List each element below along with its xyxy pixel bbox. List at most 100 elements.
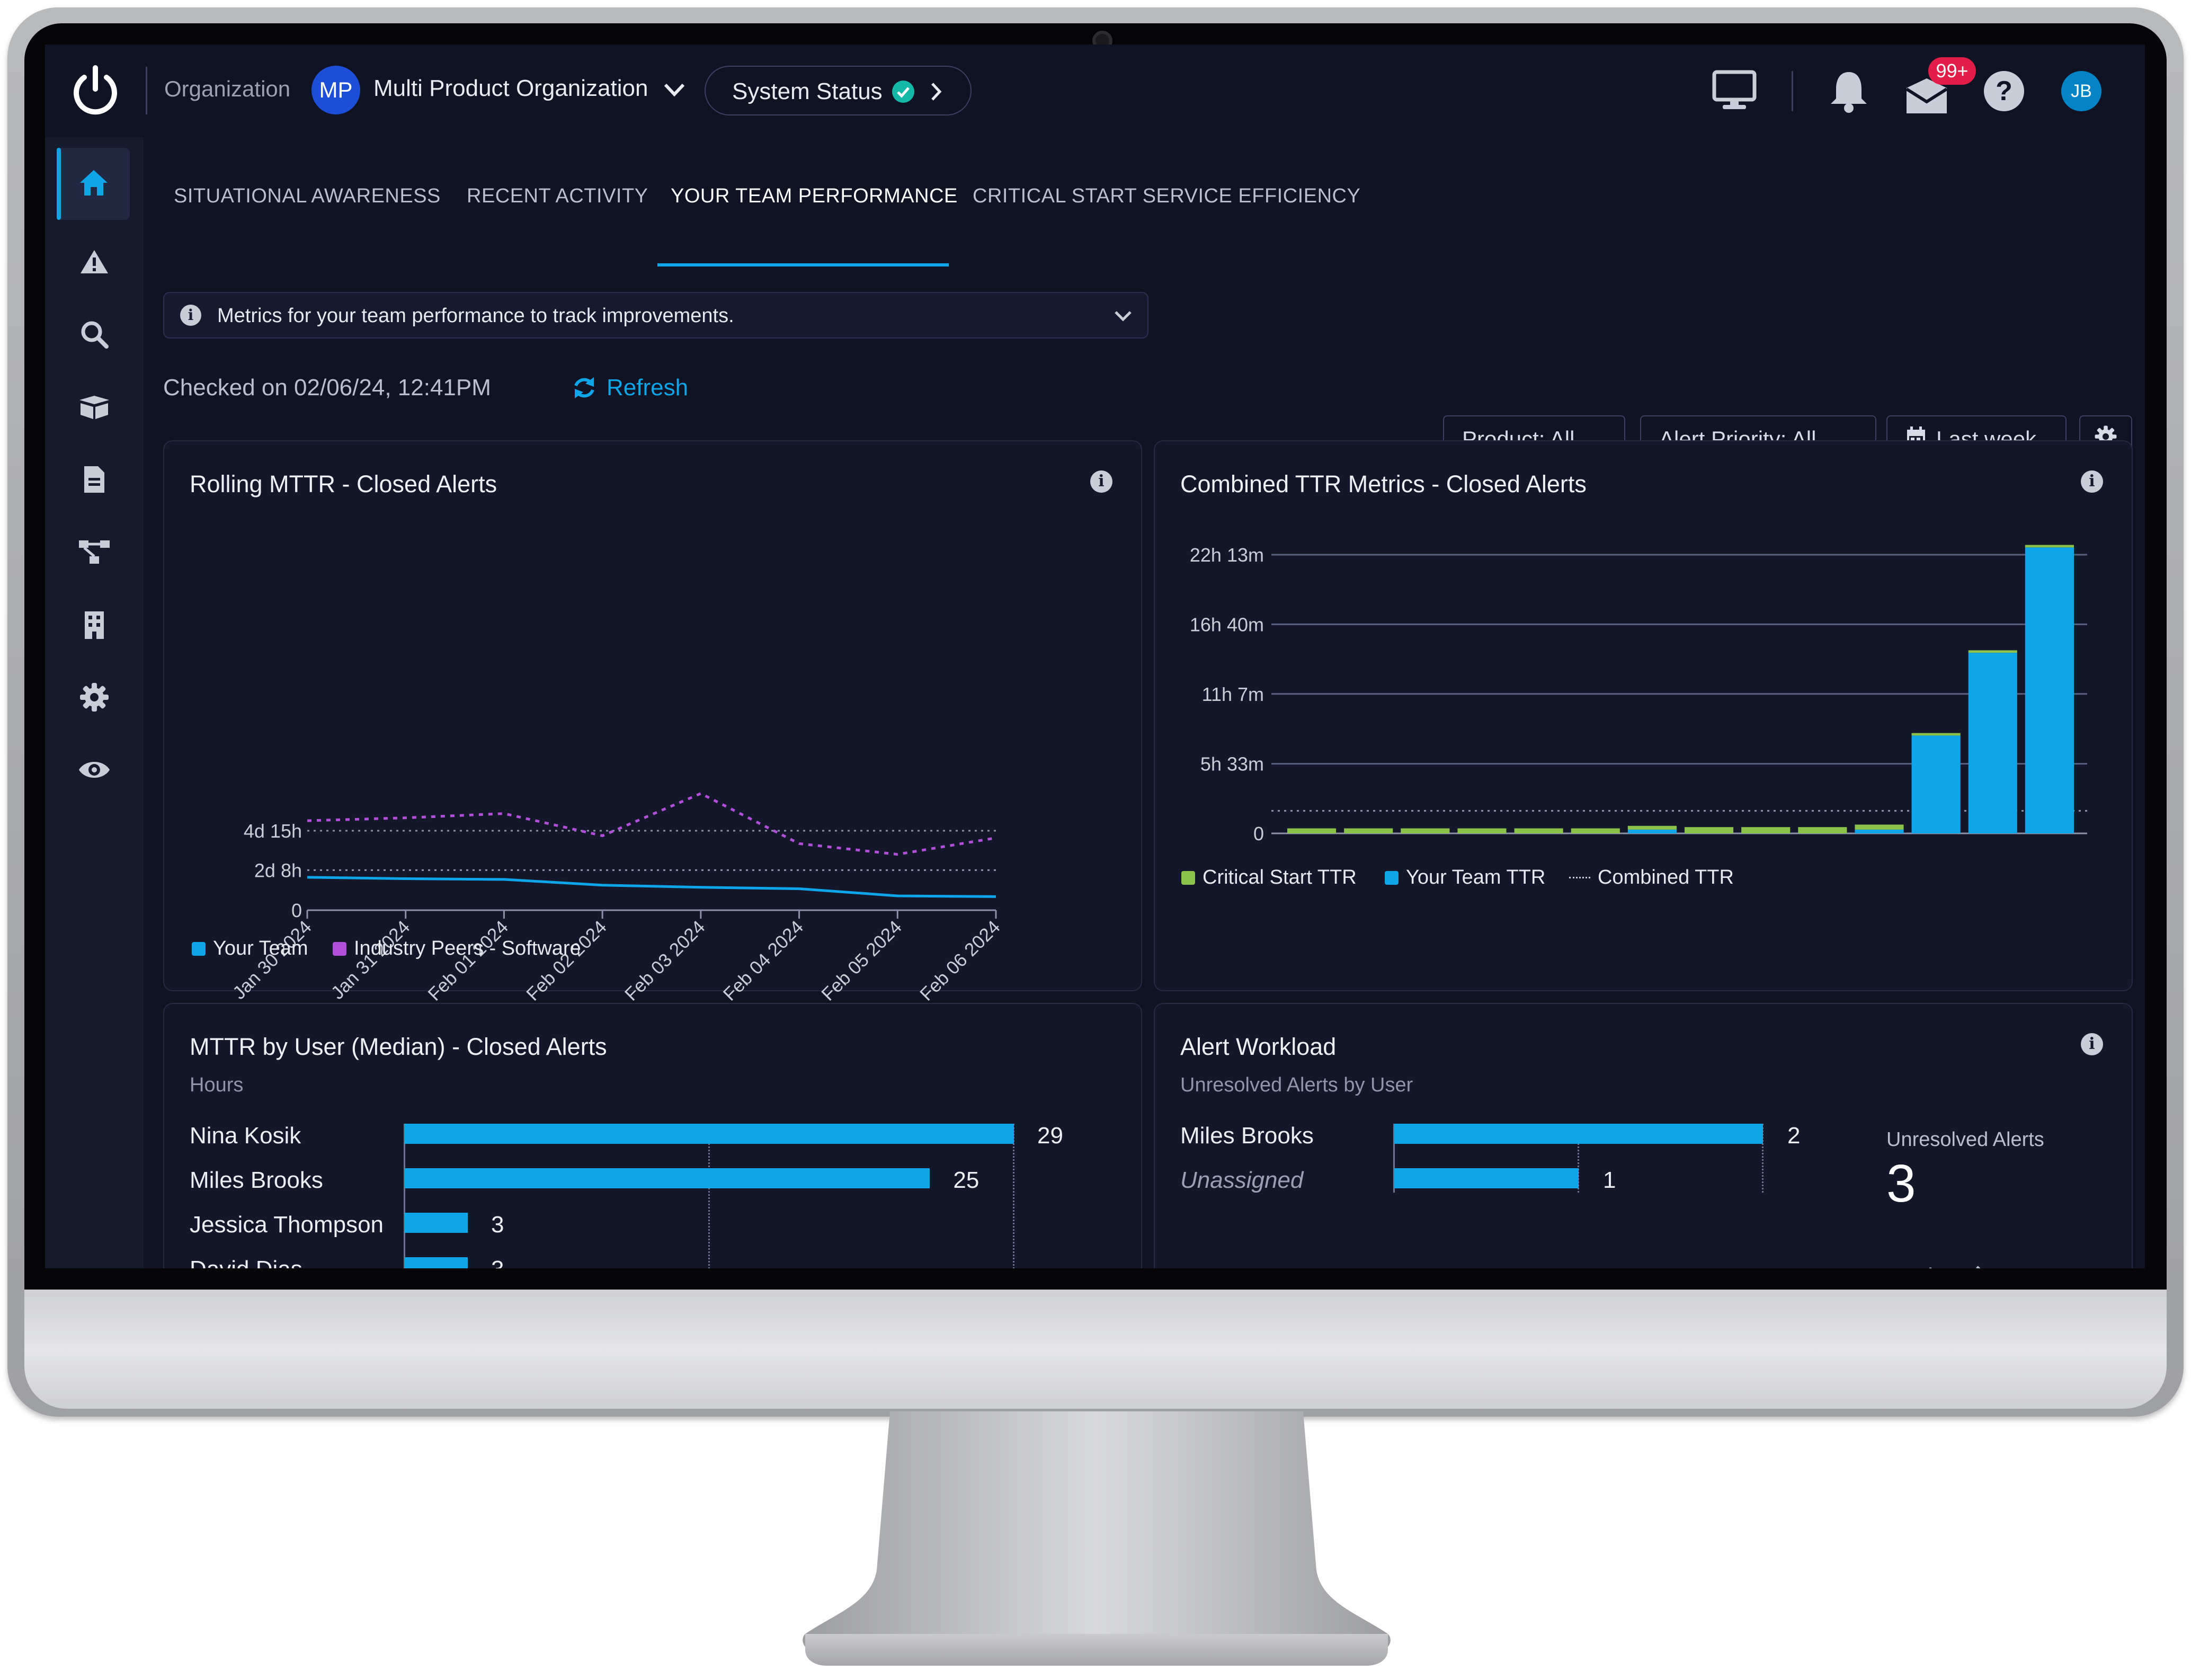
tab-critical-start-service-efficiency[interactable]: CRITICAL START SERVICE EFFICIENCY (973, 185, 1360, 208)
user-name-label: David Dias (190, 1256, 302, 1268)
x-tick-label: Feb 02 2024 (522, 917, 611, 1005)
power-logo-icon[interactable] (66, 61, 124, 120)
mttr-by-user-title: MTTR by User (Median) - Closed Alerts (190, 1033, 607, 1060)
info-icon[interactable]: i (1090, 470, 1112, 493)
mttr-by-user-card: MTTR by User (Median) - Closed Alerts Ho… (163, 1003, 1142, 1268)
app-screen: Organization MP Multi Product Organizati… (45, 45, 2145, 1268)
combined-ttr-chart: 0 5h 33m 11h 7m 16h 40m 22h 13m (1190, 544, 2087, 845)
mttr-gridline (708, 1124, 710, 1268)
search-icon[interactable] (70, 310, 118, 358)
rolling-mttr-title: Rolling MTTR - Closed Alerts (190, 470, 497, 497)
bar-critical-start-ttr (2025, 545, 2074, 548)
refresh-link[interactable]: Refresh (607, 375, 688, 401)
legend-swatch-industry-peers (333, 941, 346, 956)
home-icon (78, 168, 110, 200)
legend-swatch-your-team (192, 941, 206, 956)
y-tick-label: 16h 40m (1190, 614, 1264, 635)
bar-your-team-ttr (1968, 653, 2017, 833)
left-nav (45, 137, 144, 1268)
help-icon[interactable]: ? (1984, 71, 2024, 111)
info-icon[interactable]: i (2081, 470, 2103, 493)
user-name-label: Miles Brooks (190, 1167, 323, 1193)
bar-your-team-ttr (1855, 829, 1904, 833)
legend-your-team-label: Your Team (213, 937, 308, 959)
series-line-industry-peers (307, 792, 996, 856)
alert-workload-title: Alert Workload (1180, 1033, 1337, 1060)
x-tick-label: Feb 01 2024 (424, 917, 513, 1005)
y-tick-label: 0 (1253, 823, 1264, 845)
org-chevron-down-icon[interactable] (662, 79, 687, 103)
workload-value-label: 2 (1787, 1123, 1801, 1149)
eye-icon[interactable] (70, 746, 118, 794)
mttr-by-user-subtitle: Hours (190, 1074, 244, 1096)
bar-critical-start-ttr (1798, 827, 1847, 833)
user-name-label: Jessica Thompson (190, 1212, 384, 1238)
report-icon[interactable] (70, 456, 118, 503)
bar-your-team-ttr (1627, 829, 1677, 833)
combined-ttr-title: Combined TTR Metrics - Closed Alerts (1180, 470, 1587, 497)
mttr-value-label: 25 (953, 1167, 979, 1193)
y-tick-label: 11h 7m (1202, 683, 1264, 705)
mttr-value-label: 29 (1037, 1123, 1063, 1149)
org-label: Organization (164, 76, 291, 101)
x-tick-label: Feb 03 2024 (621, 917, 709, 1005)
bar-critical-start-ttr (1287, 828, 1337, 833)
bar-critical-start-ttr (1685, 827, 1734, 833)
workflow-icon[interactable] (70, 528, 118, 576)
rolling-mttr-chart: 02d 8h4d 15hJan 30 2024 Jan 31 2024 Feb 01… (229, 792, 1004, 1005)
bar-critical-start-ttr (1401, 828, 1450, 833)
info-banner[interactable]: i Metrics for your team performance to t… (163, 292, 1148, 339)
kpi-label: Unresolved Alerts (1886, 1128, 2044, 1151)
system-status-button[interactable]: System Status (705, 66, 972, 115)
box-icon[interactable] (70, 383, 118, 431)
legend-combined-ttr-label: Combined TTR (1598, 866, 1734, 888)
info-icon[interactable]: i (2081, 1033, 2103, 1055)
main-content: SITUATIONAL AWARENESS RECENT ACTIVITY YO… (144, 137, 2145, 1268)
notification-count: 99+ (1936, 60, 1969, 82)
bar-critical-start-ttr (1514, 828, 1563, 833)
mttr-axis-line (404, 1124, 405, 1268)
review-link[interactable]: Review (1886, 1264, 1987, 1268)
banner-chevron-down-icon[interactable] (1112, 307, 1134, 327)
monitor-stand (803, 1411, 1391, 1666)
bar-critical-start-ttr (1627, 825, 1677, 830)
x-tick-label: Feb 04 2024 (719, 917, 808, 1005)
tab-situational-awareness[interactable]: SITUATIONAL AWARENESS (174, 185, 441, 208)
series-line-your-team (307, 876, 996, 898)
info-banner-text: Metrics for your team performance to tra… (217, 305, 734, 327)
mttr-value-label: 3 (491, 1212, 504, 1238)
bar-critical-start-ttr (1741, 827, 1791, 833)
chevron-right-icon (1974, 1264, 1987, 1268)
org-avatar[interactable]: MP (311, 66, 360, 114)
gear-icon[interactable] (70, 673, 118, 721)
legend-combined-ttr: Combined TTR (1569, 866, 1734, 889)
nav-home[interactable] (57, 148, 130, 220)
mttr-value-label: 3 (491, 1256, 504, 1268)
combined-ttr-card: Combined TTR Metrics - Closed Alerts i 0… (1154, 440, 2133, 991)
y-tick-label: 2d 8h (254, 859, 302, 881)
user-name-label: Nina Kosik (190, 1123, 301, 1149)
tab-your-team-performance[interactable]: YOUR TEAM PERFORMANCE (671, 185, 958, 208)
alert-triangle-icon[interactable] (70, 238, 118, 286)
tab-recent-activity[interactable]: RECENT ACTIVITY (467, 185, 648, 208)
alert-workload-card: Alert Workload Unresolved Alerts by User… (1154, 1003, 2133, 1268)
mttr-bar (405, 1213, 468, 1233)
legend-swatch-your-team-ttr (1385, 870, 1399, 885)
chevron-right-icon (928, 81, 944, 105)
workload-bar (1394, 1124, 1763, 1144)
building-icon[interactable] (70, 601, 118, 648)
refresh-icon[interactable] (571, 374, 598, 404)
y-tick-label: 5h 33m (1200, 753, 1264, 775)
monitor-icon[interactable] (1712, 70, 1757, 114)
user-avatar[interactable]: JB (2061, 71, 2101, 111)
checked-on-text: Checked on 02/06/24, 12:41PM (163, 375, 491, 401)
topbar-divider (1792, 71, 1793, 111)
legend-your-team-ttr-label: Your Team TTR (1406, 866, 1546, 888)
logo-divider (146, 67, 147, 114)
legend-industry-peers-label: Industry Peers - Software (354, 937, 581, 959)
org-name[interactable]: Multi Product Organization (373, 75, 648, 102)
bell-icon[interactable] (1829, 69, 1869, 116)
workload-value-label: 1 (1603, 1167, 1616, 1193)
mttr-gridline (1013, 1124, 1014, 1268)
bar-critical-start-ttr (1911, 733, 1961, 736)
